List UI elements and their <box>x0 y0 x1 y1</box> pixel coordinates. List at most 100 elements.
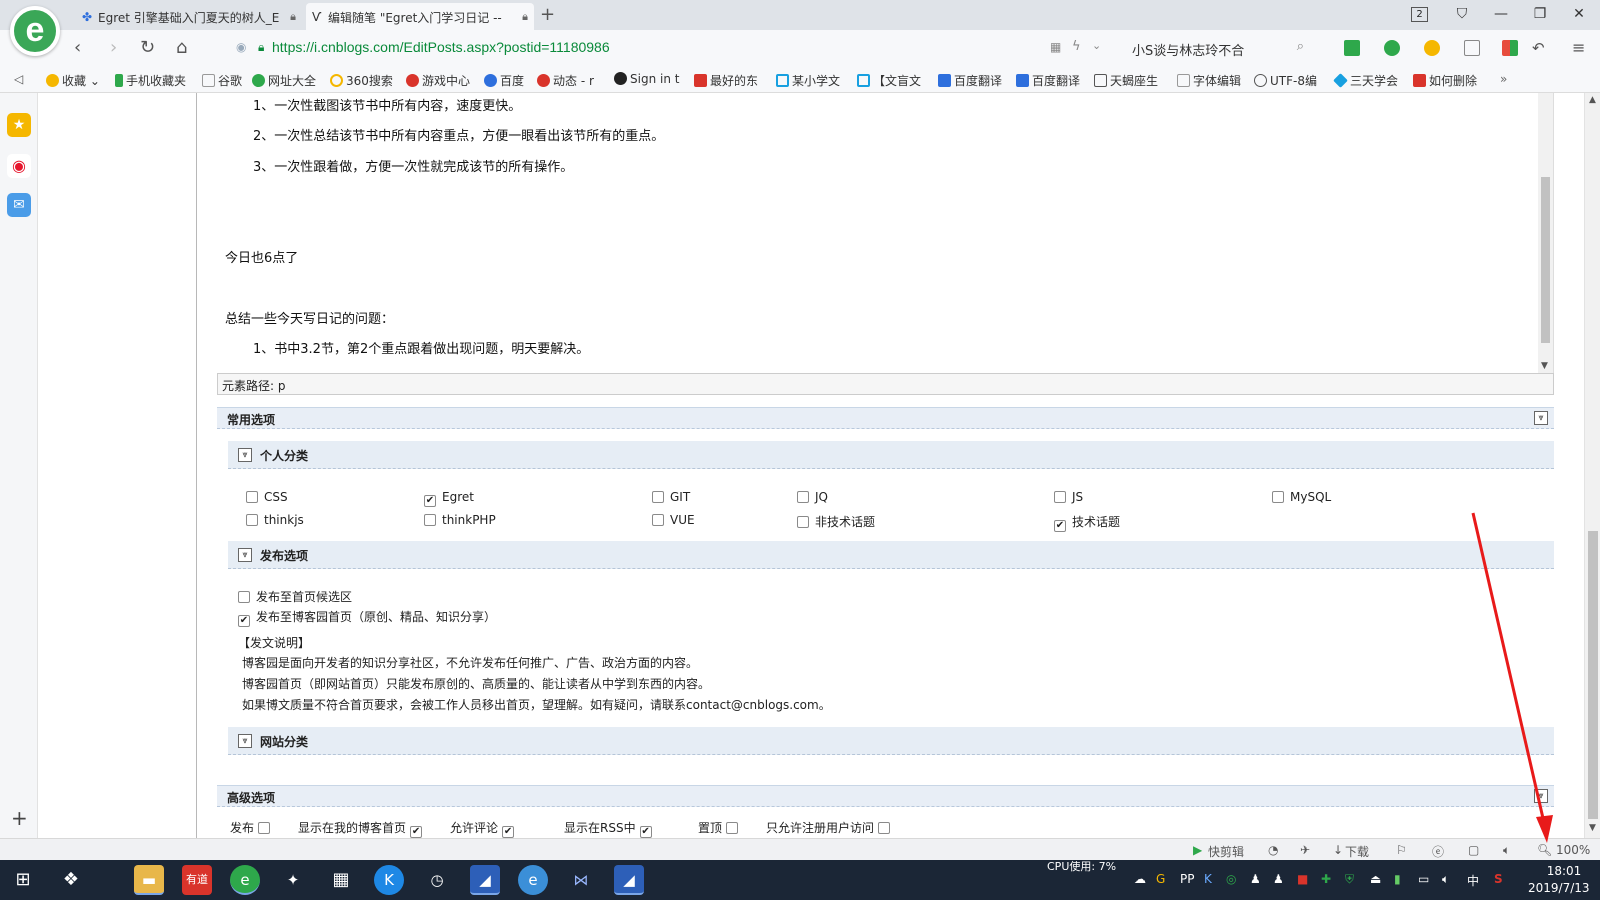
category-checkbox-git[interactable]: GIT <box>652 490 690 504</box>
clock-time[interactable]: 18:01 <box>1540 864 1588 878</box>
scroll-up-arrow-icon[interactable]: ▲ <box>1589 95 1596 105</box>
bookmark-item[interactable]: 网址大全 <box>252 72 316 89</box>
search-input[interactable]: 小S谈与林志玲不合 <box>1132 40 1244 59</box>
wechat-icon[interactable]: ◎ <box>1226 872 1236 886</box>
bookmark-item[interactable]: 如何删除 <box>1413 72 1477 89</box>
k-tray-icon[interactable]: K <box>1204 872 1212 886</box>
bookmark-item[interactable]: 动态 - r <box>537 72 594 89</box>
quick-cut-label[interactable]: 快剪辑 <box>1208 843 1244 860</box>
bookmark-item[interactable]: 最好的东 <box>694 72 758 89</box>
bookmark-item[interactable]: 360搜索 <box>330 72 393 89</box>
mail-icon[interactable]: ✉ <box>7 193 31 217</box>
download-label[interactable]: 下载 <box>1345 843 1369 860</box>
bookmark-item[interactable]: 谷歌 <box>202 72 242 89</box>
bookmark-item[interactable]: 三天学会 <box>1333 72 1398 89</box>
clock-date[interactable]: 2019/7/13 <box>1528 881 1590 895</box>
zoom-icon[interactable]: 🔍︎ <box>1537 843 1552 857</box>
checkbox[interactable] <box>797 516 809 528</box>
pp-tray-icon[interactable]: PP <box>1180 872 1194 886</box>
bookmark-item[interactable]: 游戏中心 <box>406 72 470 89</box>
tab-count-badge[interactable]: 2 <box>1411 7 1428 22</box>
calculator-icon[interactable]: ▦ <box>326 865 356 895</box>
advanced-show-home-checkbox[interactable]: 显示在我的博客首页 ✔ <box>298 819 428 838</box>
publish-candidate-checkbox[interactable]: 发布至首页候选区 <box>238 588 352 605</box>
sidebar-toggle-icon[interactable]: ◁ <box>14 72 23 86</box>
scroll-down-arrow-icon[interactable]: ▼ <box>1541 361 1548 371</box>
ime-indicator[interactable]: 中 <box>1467 872 1479 889</box>
game-app-icon[interactable]: ✦ <box>278 865 308 895</box>
new-tab-button[interactable]: + <box>540 4 555 25</box>
tab-egret[interactable]: ✤ Egret 引擎基础入门夏天的树人_E 🔒︎ <box>76 3 302 30</box>
category-checkbox-mysql[interactable]: MySQL <box>1272 490 1331 504</box>
checkbox[interactable] <box>652 514 664 526</box>
task-view-icon[interactable]: ❖ <box>56 865 86 895</box>
editor-scrollbar-thumb[interactable] <box>1541 177 1550 343</box>
checkbox-checked[interactable]: ✔ <box>502 826 515 838</box>
security-icon[interactable]: ⛨ <box>1345 872 1354 887</box>
common-options-header[interactable]: 常用选项 ⩔ <box>217 407 1554 429</box>
checkbox-checked[interactable]: ✔ <box>238 615 250 627</box>
publish-homepage-checkbox[interactable]: ✔ 发布至博客园首页（原创、精品、知识分享） <box>238 608 496 627</box>
rich-text-editor[interactable]: 1、一次性截图该节书中所有内容，速度更快。 2、一次性总结该节书中所有内容重点，… <box>217 93 1554 373</box>
category-checkbox-vue[interactable]: VUE <box>652 513 695 527</box>
checkbox[interactable] <box>726 822 739 834</box>
advanced-registered-only-checkbox[interactable]: 只允许注册用户访问 <box>766 819 896 836</box>
download-icon[interactable]: ↓ <box>1333 843 1343 857</box>
category-checkbox-thinkphp[interactable]: thinkPHP <box>424 513 496 527</box>
personal-category-header[interactable]: ⩔ 个人分类 <box>228 441 1554 469</box>
forward-button[interactable]: › <box>110 37 117 58</box>
bookmark-item[interactable]: 字体编辑 <box>1177 72 1241 89</box>
bookmark-item[interactable]: 某小学文 <box>776 72 840 89</box>
reload-button[interactable]: ↻ <box>140 37 155 58</box>
collapse-icon[interactable]: ⩔ <box>238 448 252 462</box>
back-button[interactable]: ‹ <box>74 37 81 58</box>
advanced-pin-checkbox[interactable]: 置顶 <box>698 819 744 836</box>
g-tray-icon[interactable]: G <box>1156 872 1165 886</box>
site-category-header[interactable]: ⩔ 网站分类 <box>228 727 1554 755</box>
publish-options-header[interactable]: ⩔ 发布选项 <box>228 541 1554 569</box>
bookmark-item[interactable]: 收藏 ⌄ <box>46 72 100 89</box>
window-icon[interactable]: ▢ <box>1468 843 1479 857</box>
volume-icon[interactable]: 🔈︎ <box>1442 872 1449 887</box>
shield-extension-icon[interactable] <box>1424 40 1440 56</box>
image-extension-icon[interactable] <box>1464 40 1480 56</box>
scissors-extension-icon[interactable] <box>1344 40 1360 56</box>
network-icon[interactable]: ▭ <box>1418 872 1429 886</box>
tab-edit-post[interactable]: Ѵ 编辑随笔 "Egret入门学习日记 -- 🔒︎ <box>306 3 534 30</box>
cloud-icon[interactable]: ☁ <box>1134 872 1146 886</box>
address-bar[interactable]: ◉ 🔒︎ https://i.cnblogs.com/EditPosts.asp… <box>232 35 1101 61</box>
checkbox[interactable] <box>797 491 809 503</box>
flag-icon[interactable]: ⚐ <box>1396 843 1407 857</box>
checkbox[interactable] <box>1054 491 1066 503</box>
undo-icon[interactable]: ↶ <box>1532 39 1545 57</box>
checkbox[interactable] <box>246 491 258 503</box>
checkbox-checked[interactable]: ✔ <box>424 495 436 507</box>
advanced-allow-comment-checkbox[interactable]: 允许评论 ✔ <box>450 819 520 838</box>
apps-icon[interactable] <box>1502 40 1518 56</box>
checkbox-checked[interactable]: ✔ <box>1054 520 1066 532</box>
checkbox[interactable] <box>652 491 664 503</box>
checkbox-checked[interactable]: ✔ <box>410 826 423 838</box>
bookmark-item[interactable]: 百度翻译 <box>1016 72 1080 89</box>
page-scrollbar[interactable]: ▲ ▼ <box>1584 93 1600 838</box>
qq-icon[interactable]: ♟ <box>1273 872 1284 886</box>
add-sidebar-button[interactable]: + <box>11 806 28 830</box>
translate-extension-icon[interactable] <box>1384 40 1400 56</box>
editor-scrollbar[interactable]: ▼ <box>1538 93 1553 373</box>
play-icon[interactable]: ▶ <box>1193 843 1202 857</box>
page-scrollbar-thumb[interactable] <box>1588 531 1598 819</box>
zoom-level[interactable]: 100% <box>1556 843 1590 857</box>
advanced-publish-checkbox[interactable]: 发布 <box>230 819 276 836</box>
edge-browser-icon[interactable]: e <box>518 865 548 895</box>
vs-code-icon[interactable]: ⋈ <box>566 865 596 895</box>
category-checkbox-css[interactable]: CSS <box>246 490 288 504</box>
bookmark-item[interactable]: 手机收藏夹 <box>115 72 186 89</box>
browser-logo-icon[interactable]: e <box>10 6 60 56</box>
kugou-icon[interactable]: K <box>374 865 404 895</box>
gpu-icon[interactable]: ▮ <box>1394 872 1401 886</box>
close-window-button[interactable]: ✕ <box>1569 6 1589 22</box>
speedup-icon[interactable]: ◔ <box>1268 843 1278 857</box>
pin-icon[interactable]: ✈ <box>1300 843 1310 857</box>
checkbox[interactable] <box>238 591 250 603</box>
bookmark-item[interactable]: 百度翻译 <box>938 72 1002 89</box>
